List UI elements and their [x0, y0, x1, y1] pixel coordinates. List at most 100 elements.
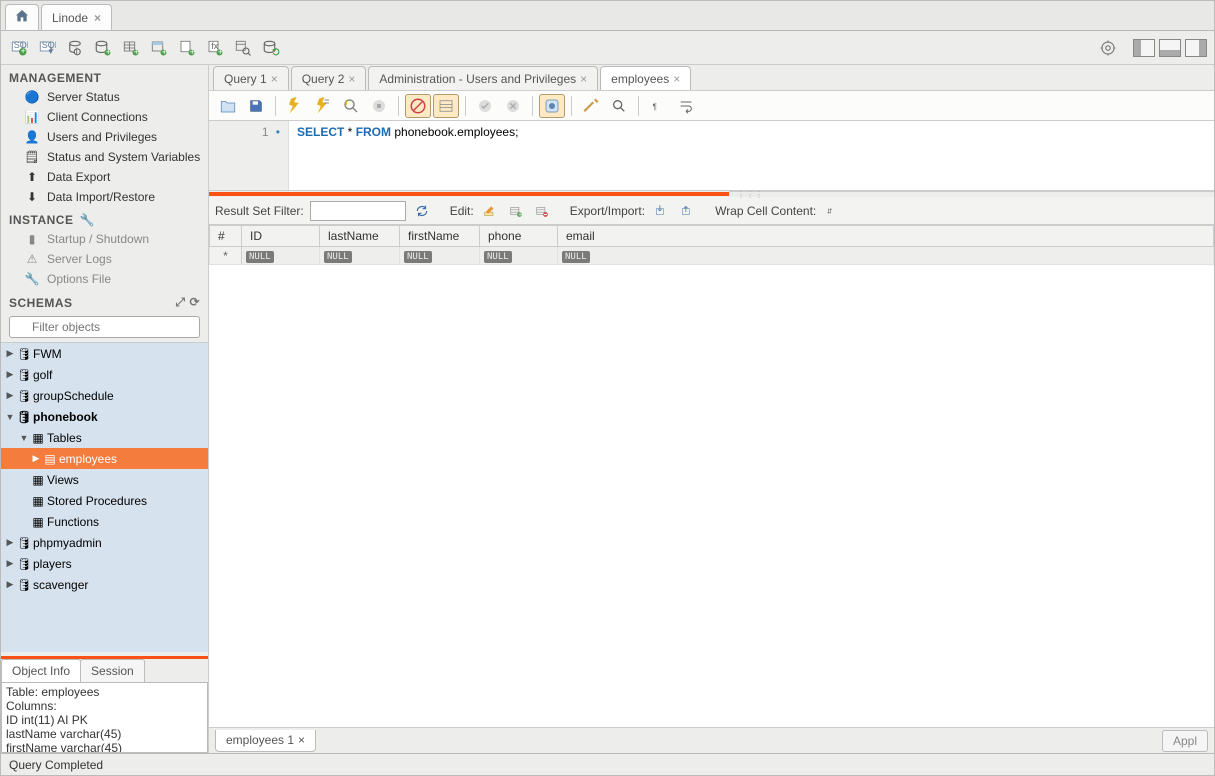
col-header[interactable]: ID [242, 226, 320, 247]
new-sql-tab-button[interactable]: SQL+ [7, 36, 31, 60]
schema-players[interactable]: ▶🛢players [1, 553, 208, 574]
wrap-cell-button[interactable]: ⇵ [822, 201, 842, 221]
grid-row[interactable]: * NULL NULL NULL NULL NULL [210, 247, 1214, 265]
close-icon[interactable]: × [580, 72, 587, 86]
tab-session[interactable]: Session [80, 659, 145, 682]
cell[interactable]: NULL [242, 247, 320, 265]
new-table-button[interactable]: + [119, 36, 143, 60]
schema-filter-input[interactable] [9, 316, 200, 338]
options-icon: 🔧 [25, 272, 39, 286]
insert-row-button[interactable]: + [506, 201, 526, 221]
toggle-right-panel-button[interactable] [1184, 36, 1208, 60]
open-sql-button[interactable]: SQL [35, 36, 59, 60]
tab-query-1[interactable]: Query 1× [213, 66, 289, 90]
folder-functions[interactable]: ▦Functions [1, 511, 208, 532]
folder-stored-procedures[interactable]: ▦Stored Procedures [1, 490, 208, 511]
drag-handle-icon[interactable]: ⋮⋮⋮ [737, 190, 764, 199]
folder-views[interactable]: ▦Views [1, 469, 208, 490]
table-employees[interactable]: ▶▤employees [1, 448, 208, 469]
commit-button[interactable] [472, 94, 498, 118]
folder-tables[interactable]: ▼▦Tables [1, 427, 208, 448]
sql-editor[interactable]: 1 • SELECT * FROM phonebook.employees; [209, 121, 1214, 191]
sql-code[interactable]: SELECT * FROM phonebook.employees; [289, 121, 526, 190]
close-icon[interactable]: × [94, 11, 101, 25]
close-icon[interactable]: × [271, 72, 278, 86]
refresh-icon[interactable]: ⟳ [189, 295, 200, 310]
result-filter-input[interactable] [310, 201, 406, 221]
sidebar-item-users-privileges[interactable]: 👤Users and Privileges [1, 127, 208, 147]
tab-object-info[interactable]: Object Info [1, 659, 81, 682]
col-header[interactable]: phone [480, 226, 558, 247]
schema-scavenger[interactable]: ▶🛢scavenger [1, 574, 208, 595]
apply-button[interactable]: Appl [1162, 730, 1208, 752]
cell[interactable]: NULL [320, 247, 400, 265]
explain-button[interactable] [338, 94, 364, 118]
result-tab-employees[interactable]: employees 1× [215, 730, 316, 752]
new-view-button[interactable]: + [147, 36, 171, 60]
status-text: Query Completed [9, 758, 103, 772]
result-grid[interactable]: # ID lastName firstName phone email * NU… [209, 225, 1214, 727]
col-header[interactable]: # [210, 226, 242, 247]
sidebar-item-data-export[interactable]: ⬆Data Export [1, 167, 208, 187]
schema-phonebook[interactable]: ▼🛢phonebook [1, 406, 208, 427]
find-button[interactable] [606, 94, 632, 118]
sidebar-item-client-connections[interactable]: 📊Client Connections [1, 107, 208, 127]
autocommit-button[interactable] [539, 94, 565, 118]
col-header[interactable]: firstName [400, 226, 480, 247]
word-wrap-button[interactable] [673, 94, 699, 118]
new-function-button[interactable]: fx+ [203, 36, 227, 60]
cell[interactable]: NULL [400, 247, 480, 265]
label: Views [47, 473, 79, 487]
execute-current-button[interactable] [310, 94, 336, 118]
sidebar-item-options-file[interactable]: 🔧Options File [1, 269, 208, 289]
info-line: Columns: [6, 699, 203, 713]
limit-rows-button[interactable] [405, 94, 431, 118]
edit-row-button[interactable] [480, 201, 500, 221]
sidebar-item-startup-shutdown[interactable]: ▮Startup / Shutdown [1, 229, 208, 249]
svg-text:+: + [21, 46, 26, 56]
toggle-whitespace-button[interactable] [433, 94, 459, 118]
beautify-button[interactable] [578, 94, 604, 118]
import-result-button[interactable] [677, 201, 697, 221]
new-procedure-button[interactable]: + [175, 36, 199, 60]
delete-row-button[interactable] [532, 201, 552, 221]
toggle-left-panel-button[interactable] [1132, 36, 1156, 60]
execute-button[interactable] [282, 94, 308, 118]
open-file-button[interactable] [215, 94, 241, 118]
stop-button[interactable] [366, 94, 392, 118]
close-icon[interactable]: × [298, 733, 305, 747]
schema-golf[interactable]: ▶🛢golf [1, 364, 208, 385]
cell[interactable]: NULL [480, 247, 558, 265]
tab-admin-users[interactable]: Administration - Users and Privileges× [368, 66, 598, 90]
close-icon[interactable]: × [348, 72, 355, 86]
export-result-button[interactable] [651, 201, 671, 221]
sidebar-item-data-import[interactable]: ⬇Data Import/Restore [1, 187, 208, 207]
tab-employees[interactable]: employees× [600, 66, 691, 90]
schema-fwm[interactable]: ▶🛢FWM [1, 343, 208, 364]
connection-tab-linode[interactable]: Linode × [41, 4, 112, 30]
reconnect-button[interactable] [259, 36, 283, 60]
close-icon[interactable]: × [673, 72, 680, 86]
invisible-chars-button[interactable]: ¶ [645, 94, 671, 118]
schema-groupschedule[interactable]: ▶🛢groupSchedule [1, 385, 208, 406]
col-header[interactable]: email [558, 226, 1214, 247]
col-header[interactable]: lastName [320, 226, 400, 247]
refresh-button[interactable] [412, 201, 432, 221]
save-button[interactable] [243, 94, 269, 118]
search-table-button[interactable] [231, 36, 255, 60]
editor-result-splitter[interactable] [209, 192, 729, 196]
tab-query-2[interactable]: Query 2× [291, 66, 367, 90]
sidebar-item-server-logs[interactable]: ⚠Server Logs [1, 249, 208, 269]
settings-button[interactable] [1096, 36, 1120, 60]
sidebar-item-server-status[interactable]: 🔵Server Status [1, 87, 208, 107]
cell[interactable]: NULL [558, 247, 1214, 265]
expand-icon[interactable]: ⤢ [175, 295, 185, 310]
new-schema-button[interactable]: + [91, 36, 115, 60]
svg-text:+: + [106, 46, 111, 56]
schema-phpmyadmin[interactable]: ▶🛢phpmyadmin [1, 532, 208, 553]
sidebar-item-status-variables[interactable]: 🗒Status and System Variables [1, 147, 208, 167]
toggle-bottom-panel-button[interactable] [1158, 36, 1182, 60]
rollback-button[interactable] [500, 94, 526, 118]
home-tab[interactable] [5, 4, 39, 30]
inspector-button[interactable]: i [63, 36, 87, 60]
